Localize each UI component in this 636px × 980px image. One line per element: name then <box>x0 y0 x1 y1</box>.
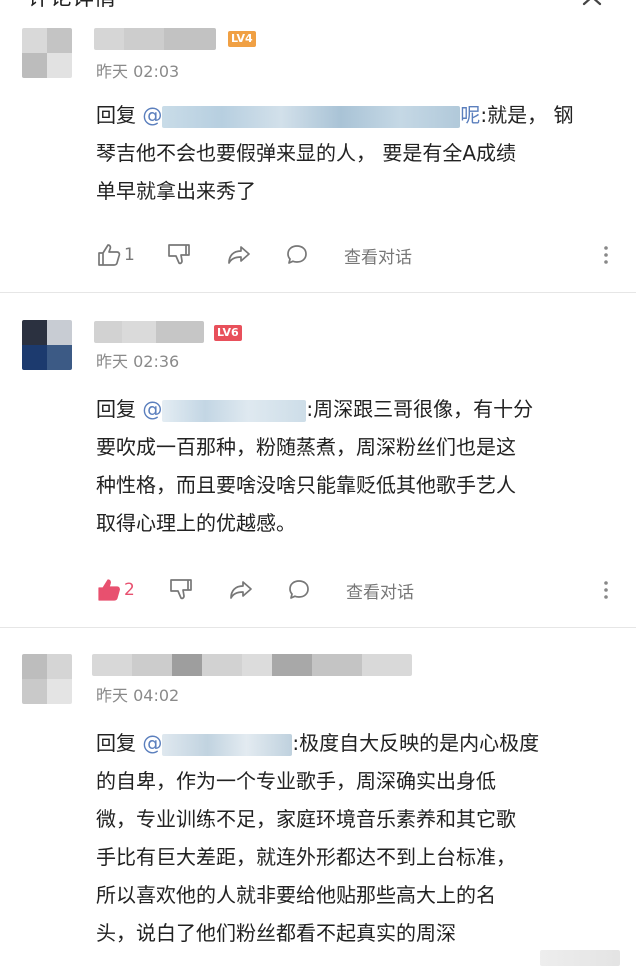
mention-blurred <box>162 733 293 756</box>
thumbs-down-icon <box>168 244 190 265</box>
mention-at: @ <box>142 731 163 755</box>
comment-text-line: :周深跟三哥很像，有十分 <box>306 397 534 421</box>
comment-body: 回复 @ :极度自大反映的是内心极度 的自卑，作为一个专业歌手，周深确实出身低 微… <box>96 724 616 952</box>
comment-text-line: 头，说白了他们粉丝都看不起真实的周深 <box>96 921 456 945</box>
view-conversation-label: 查看对话 <box>344 247 412 268</box>
mention-tail: 呢 <box>460 103 481 127</box>
comment-item: LV6 昨天 02:36 回复 @ :周深跟三哥很像，有十分 要吹成一百那种，粉随… <box>0 293 636 627</box>
username-blurred[interactable] <box>94 28 216 50</box>
comment-actions: 2 查看对话 <box>96 575 616 605</box>
comment-text-line: 手比有巨大差距，就连外形都达不到上台标准， <box>96 845 516 869</box>
share-icon <box>228 246 250 264</box>
comment-text-line: :极度自大反映的是内心极度 <box>292 731 540 755</box>
comment-body: 回复 @ :周深跟三哥很像，有十分 要吹成一百那种，粉随蒸煮，周深粉丝们也是这 种… <box>96 390 616 542</box>
comment-line: 回复 @ :极度自大反映的是内心极度 <box>96 724 616 762</box>
comment-text-line: 的自卑，作为一个专业歌手，周深确实出身低 <box>96 769 496 793</box>
mention-blurred <box>162 105 461 128</box>
comment-body: 回复 @ 呢:就是， 钢 琴吉他不会也要假弹来显的人， 要是有全A成绩 单早就拿出… <box>96 96 616 210</box>
comment-icon <box>287 245 307 264</box>
comment-text-line: 取得心理上的优越感。 <box>96 511 296 535</box>
comment-text-line: 所以喜欢他的人就非要给他贴那些高大上的名 <box>96 883 496 907</box>
reply-label: 回复 <box>96 103 136 127</box>
share-button[interactable] <box>226 240 252 270</box>
comment-item: LV4 昨天 02:03 回复 @ 呢:就是， 钢 琴吉他不会也要假弹来显的人， … <box>0 0 636 292</box>
comment-text-line: 微，专业训练不足，家庭环境音乐素养和其它歌 <box>96 807 516 831</box>
share-icon <box>230 581 252 599</box>
comment-actions: 1 查看对话 <box>96 240 616 270</box>
comment-time: 昨天 02:36 <box>96 352 180 371</box>
view-conversation-link[interactable]: 查看对话 <box>346 575 414 605</box>
avatar[interactable] <box>22 654 72 704</box>
share-button[interactable] <box>228 575 254 605</box>
level-badge: LV6 <box>214 325 242 341</box>
mention-link[interactable]: @ <box>142 397 307 422</box>
comment-text-line: 种性格，而且要啥没啥只能靠贬低其他歌手艺人 <box>96 473 516 497</box>
dislike-button[interactable] <box>166 240 192 270</box>
thumbs-up-icon <box>98 244 121 266</box>
comment-icon <box>289 580 309 599</box>
more-vertical-icon <box>604 581 608 599</box>
more-button[interactable] <box>602 240 610 270</box>
view-conversation-link[interactable]: 查看对话 <box>344 240 412 270</box>
thumbs-down-icon <box>170 579 192 600</box>
comment-time: 昨天 02:03 <box>96 62 180 81</box>
reply-label: 回复 <box>96 397 136 421</box>
thumbs-up-icon <box>98 579 120 601</box>
reply-label: 回复 <box>96 731 136 755</box>
mention-blurred <box>162 399 307 422</box>
comment-text-line: 要吹成一百那种，粉随蒸煮，周深粉丝们也是这 <box>96 435 516 459</box>
like-button[interactable]: 1 <box>96 240 135 270</box>
watermark <box>540 950 620 966</box>
comment-line: 回复 @ 呢:就是， 钢 <box>96 96 616 134</box>
comment-text-line: 琴吉他不会也要假弹来显的人， 要是有全A成绩 <box>96 141 517 165</box>
comment-time: 昨天 04:02 <box>96 686 180 705</box>
mention-at: @ <box>142 397 163 421</box>
dislike-button[interactable] <box>168 575 194 605</box>
view-conversation-label: 查看对话 <box>346 582 414 603</box>
comment-item: 昨天 04:02 回复 @ :极度自大反映的是内心极度 的自卑，作为一个专业歌手，… <box>0 628 636 980</box>
username-blurred[interactable] <box>92 654 412 676</box>
like-count: 1 <box>124 245 135 265</box>
like-button[interactable]: 2 <box>96 575 135 605</box>
like-count: 2 <box>124 580 135 600</box>
avatar[interactable] <box>22 320 72 370</box>
comment-button[interactable] <box>284 240 310 270</box>
avatar[interactable] <box>22 28 72 78</box>
username-blurred[interactable] <box>94 321 204 343</box>
comment-button[interactable] <box>286 575 312 605</box>
mention-at: @ <box>142 103 163 127</box>
mention-link[interactable]: @ <box>142 731 293 756</box>
comment-line: 回复 @ :周深跟三哥很像，有十分 <box>96 390 616 428</box>
more-vertical-icon <box>604 246 608 264</box>
more-button[interactable] <box>602 575 610 605</box>
comment-text-line: 单早就拿出来秀了 <box>96 179 256 203</box>
mention-link[interactable]: @ 呢 <box>142 103 481 128</box>
comment-text-line: :就是， 钢 <box>480 103 574 127</box>
level-badge: LV4 <box>228 31 256 47</box>
